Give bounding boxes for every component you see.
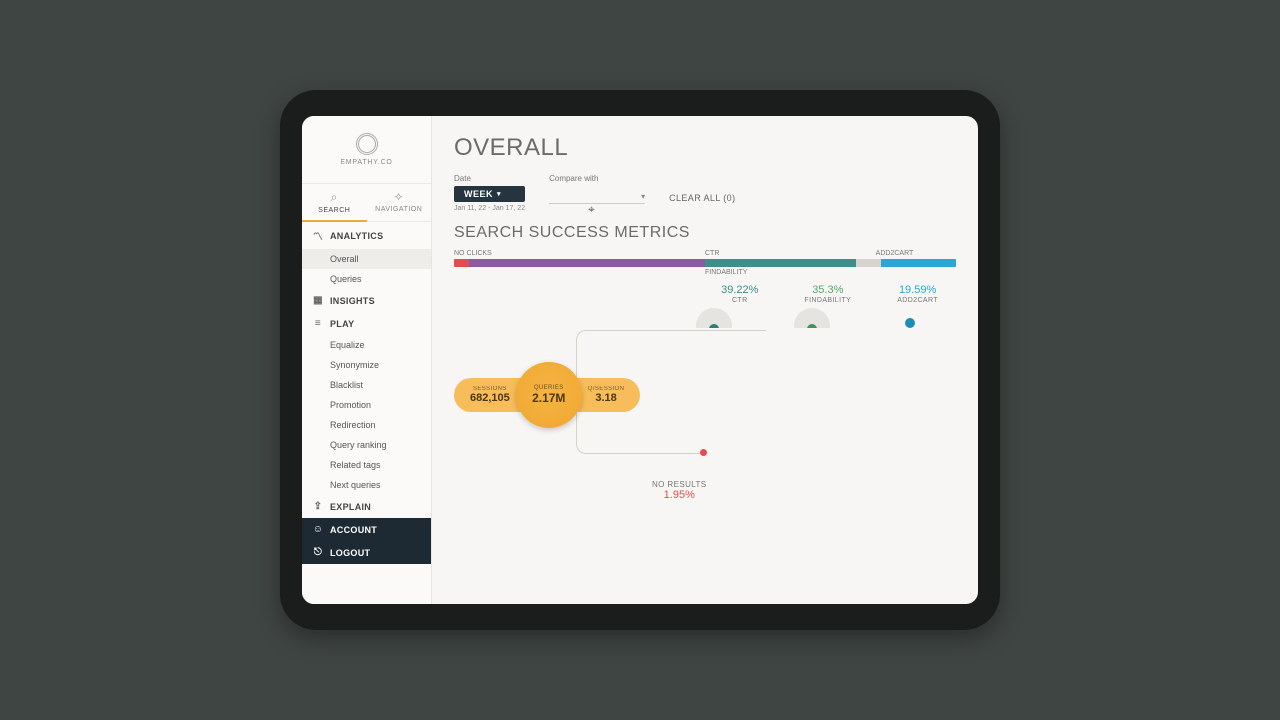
bar-seg-purple: [469, 259, 705, 267]
top-tabs: ⌕ SEARCH ✧ NAVIGATION: [302, 184, 431, 222]
gauge-ctr: [696, 308, 732, 328]
main: OVERALL Date WEEK ▾ Jan 11, 22 - Jan 17,…: [432, 116, 978, 604]
gauge-findability: [794, 308, 830, 328]
section-title: SEARCH SUCCESS METRICS: [454, 224, 956, 242]
tab-search-label: SEARCH: [318, 207, 350, 214]
sidebar-item-blacklist[interactable]: Blacklist: [302, 375, 431, 395]
no-results: NO RESULTS 1.95%: [652, 480, 707, 501]
no-results-label: NO RESULTS: [652, 480, 707, 489]
kpi-ctr-label: CTR: [721, 297, 758, 304]
sidebar-item-query-ranking[interactable]: Query ranking: [302, 435, 431, 455]
kpi-a2c-label: ADD2CART: [897, 297, 938, 304]
clear-all-button[interactable]: CLEAR ALL (0): [669, 183, 735, 203]
bar-seg-grey: [856, 259, 881, 267]
search-icon: ⌕: [302, 190, 367, 205]
logout-icon: ⎋: [312, 547, 324, 558]
sidebar-section-label: LOGOUT: [330, 548, 370, 558]
stacked-bar: [454, 259, 956, 267]
brand-name: EMPATHY.CO: [340, 159, 392, 166]
kpi-row: 39.22% CTR 35.3% FINDABILITY 19.59% ADD2…: [454, 284, 956, 304]
date-range-selector[interactable]: WEEK ▾: [454, 186, 525, 202]
flow-pills: SESSIONS 682,105 QUERIES 2.17M Q/SESSION…: [454, 362, 640, 428]
sidebar-nav: 〽 ANALYTICS Overall Queries ▦ INSIGHTS ≡…: [302, 222, 431, 604]
bar-label-add2cart: ADD2CART: [876, 250, 956, 259]
analytics-icon: 〽: [312, 228, 324, 243]
cursor-icon: ⌖: [588, 202, 595, 217]
bar-label-findability: FINDABILITY: [705, 269, 747, 276]
sidebar-section-label: EXPLAIN: [330, 502, 371, 512]
insights-icon: ▦: [312, 295, 324, 306]
page-title: OVERALL: [454, 134, 956, 162]
no-results-value: 1.95%: [652, 489, 707, 501]
sidebar-section-logout[interactable]: ⎋ LOGOUT: [302, 541, 431, 564]
brand: EMPATHY.CO: [302, 116, 431, 184]
sidebar-section-play[interactable]: ≡ PLAY: [302, 312, 431, 335]
pill-queries: QUERIES 2.17M: [516, 362, 582, 428]
tab-navigation-label: NAVIGATION: [375, 206, 422, 213]
sidebar-section-label: ANALYTICS: [330, 231, 383, 241]
success-bar-chart: NO CLICKS CTR ADD2CART FINDABILITY: [454, 250, 956, 276]
kpi-a2c-value: 19.59%: [897, 284, 938, 296]
kpi-ctr: 39.22% CTR: [721, 284, 758, 304]
tab-navigation[interactable]: ✧ NAVIGATION: [367, 184, 432, 221]
metrics-area: 39.22% CTR 35.3% FINDABILITY 19.59% ADD2…: [454, 284, 956, 504]
date-range-text: Jan 11, 22 - Jan 17, 22: [454, 205, 525, 212]
chevron-down-icon: ▾: [497, 190, 501, 198]
bar-label-ctr: CTR: [705, 250, 876, 259]
sidebar-item-queries[interactable]: Queries: [302, 269, 431, 289]
compare-selector[interactable]: [549, 186, 645, 204]
sidebar-item-overall[interactable]: Overall: [302, 249, 431, 269]
sidebar-section-insights[interactable]: ▦ INSIGHTS: [302, 289, 431, 312]
share-icon: ⇪: [312, 501, 324, 512]
bar-seg-teal: [705, 259, 856, 267]
sidebar-item-redirection[interactable]: Redirection: [302, 415, 431, 435]
sidebar-section-label: ACCOUNT: [330, 525, 377, 535]
filter-bar: Date WEEK ▾ Jan 11, 22 - Jan 17, 22 Comp…: [454, 174, 956, 212]
sidebar-item-promotion[interactable]: Promotion: [302, 395, 431, 415]
pill-qsession-value: 3.18: [595, 392, 616, 404]
sidebar-section-explain[interactable]: ⇪ EXPLAIN: [302, 495, 431, 518]
app-screen: EMPATHY.CO ⌕ SEARCH ✧ NAVIGATION 〽 ANALY…: [302, 116, 978, 604]
pill-sessions-value: 682,105: [470, 392, 510, 404]
compass-icon: ✧: [367, 190, 432, 204]
sidebar: EMPATHY.CO ⌕ SEARCH ✧ NAVIGATION 〽 ANALY…: [302, 116, 432, 604]
sidebar-item-related-tags[interactable]: Related tags: [302, 455, 431, 475]
kpi-add2cart: 19.59% ADD2CART: [897, 284, 938, 304]
tablet-frame: EMPATHY.CO ⌕ SEARCH ✧ NAVIGATION 〽 ANALY…: [280, 90, 1000, 630]
filter-date-label: Date: [454, 174, 525, 183]
sidebar-section-label: INSIGHTS: [330, 296, 375, 306]
play-icon: ≡: [312, 318, 324, 329]
pill-qsession-label: Q/SESSION: [588, 386, 625, 392]
gauge-add2cart: [892, 308, 928, 328]
bar-label-noclicks: NO CLICKS: [454, 250, 705, 259]
filter-compare: Compare with: [549, 174, 645, 204]
kpi-find-label: FINDABILITY: [804, 297, 851, 304]
sidebar-section-label: PLAY: [330, 319, 354, 329]
filter-date: Date WEEK ▾ Jan 11, 22 - Jan 17, 22: [454, 174, 525, 212]
sidebar-section-analytics[interactable]: 〽 ANALYTICS: [302, 222, 431, 249]
bar-seg-blue: [881, 259, 956, 267]
no-results-dot-icon: [700, 449, 707, 456]
account-icon: ☺: [312, 524, 324, 535]
tab-search[interactable]: ⌕ SEARCH: [302, 184, 367, 222]
sidebar-item-synonymize[interactable]: Synonymize: [302, 355, 431, 375]
date-range-value: WEEK: [464, 189, 493, 199]
kpi-find-value: 35.3%: [804, 284, 851, 296]
sidebar-item-next-queries[interactable]: Next queries: [302, 475, 431, 495]
bar-seg-red: [454, 259, 469, 267]
brand-logo-icon: [356, 133, 378, 155]
filter-compare-label: Compare with: [549, 174, 645, 183]
pill-queries-value: 2.17M: [532, 391, 565, 405]
kpi-findability: 35.3% FINDABILITY: [804, 284, 851, 304]
gauge-row: [454, 308, 956, 328]
pill-sessions-label: SESSIONS: [473, 386, 507, 392]
sidebar-item-equalize[interactable]: Equalize: [302, 335, 431, 355]
kpi-ctr-value: 39.22%: [721, 284, 758, 296]
sidebar-section-account[interactable]: ☺ ACCOUNT: [302, 518, 431, 541]
